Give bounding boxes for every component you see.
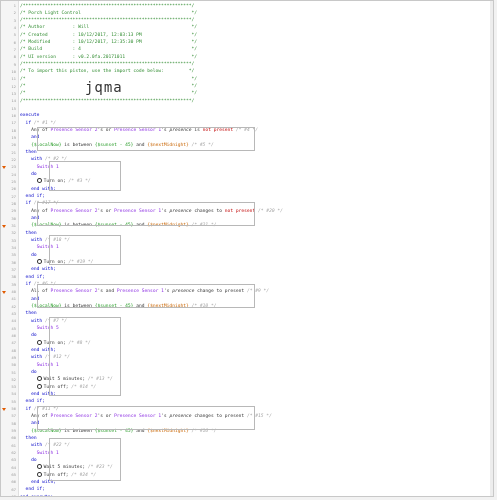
line-number: 16 <box>11 112 16 118</box>
line-number: 1 <box>13 3 16 8</box>
line-number: 30 <box>11 215 16 221</box>
line-number: 49 <box>11 354 16 360</box>
line-number-gutter: 1 2 3 4 5 6 7 8 9 10 11 12 13 14 15 16 17 18 19 20 21 22 23 24 2… <box>1 1 19 496</box>
radio-icon <box>36 383 42 389</box>
line-number: 39 <box>11 281 16 287</box>
line-number: 57 <box>11 413 16 419</box>
import-code: jqma <box>85 80 123 96</box>
line-number: 43 <box>11 310 16 316</box>
trigger-marker-icon <box>2 408 6 412</box>
line-number: 64 <box>11 464 16 470</box>
line-number: 8 <box>13 54 16 60</box>
line-number: 9 <box>13 61 16 67</box>
line-number: 18 <box>11 127 16 133</box>
line-number: 20 <box>11 142 16 148</box>
line-number: 19 <box>11 134 16 140</box>
line-number: 68 <box>11 494 16 497</box>
line-number: 15 <box>11 105 16 111</box>
action-block-3 <box>49 317 121 396</box>
line-number: 36 <box>11 259 16 265</box>
line-number: 21 <box>11 149 16 155</box>
line-number: 41 <box>11 296 16 302</box>
line-number: 34 <box>11 244 16 250</box>
line-number: 32 <box>11 230 16 236</box>
line-number: 10 <box>11 68 16 74</box>
condition-block-3 <box>37 284 255 308</box>
line-number: 47 <box>11 340 16 346</box>
line-number: 44 <box>11 318 16 324</box>
line-number: 66 <box>11 479 16 485</box>
trigger-marker-icon <box>2 224 6 228</box>
line-number: 22 <box>11 156 16 162</box>
line-number: 60 <box>11 435 16 441</box>
line-number: 65 <box>11 472 16 478</box>
line-number: 17 <box>11 120 16 126</box>
trigger-marker-icon <box>2 166 6 170</box>
line-number: 52 <box>11 376 16 382</box>
line-number: 11 <box>11 76 16 82</box>
line-number: 25 <box>11 178 16 184</box>
action-block-4 <box>49 438 121 481</box>
line-number: 35 <box>11 252 16 258</box>
line-number: 28 <box>11 200 16 206</box>
line-number: 6 <box>13 39 16 45</box>
line-number: 14 <box>11 98 16 104</box>
radio-icon <box>36 471 42 477</box>
line-number: 51 <box>11 369 16 375</box>
line-number: 29 <box>11 208 16 214</box>
action-block-1 <box>49 161 121 191</box>
radio-icon <box>36 178 42 184</box>
line-number: 37 <box>11 266 16 272</box>
line-number: 38 <box>11 274 16 280</box>
line-number: 59 <box>11 428 16 434</box>
line-number: 45 <box>11 325 16 331</box>
line-number: 55 <box>11 398 16 404</box>
line-number: 24 <box>11 171 16 177</box>
line-number: 4 <box>13 24 16 30</box>
line-number: 7 <box>13 46 16 52</box>
line-number: 3 <box>13 17 16 23</box>
trigger-marker-icon <box>2 290 6 294</box>
action-block-2 <box>49 235 121 265</box>
line-number: 61 <box>11 442 16 448</box>
line-number: 2 <box>13 10 16 16</box>
code-line: end execute; <box>20 494 493 496</box>
radio-icon <box>36 339 42 345</box>
line-number: 42 <box>11 303 16 309</box>
line-number: 50 <box>11 362 16 368</box>
piston-code-viewer: 1 2 3 4 5 6 7 8 9 10 11 12 13 14 15 16 17 18 19 20 21 22 23 24 2… <box>0 0 494 497</box>
radio-icon <box>36 376 42 382</box>
line-number: 62 <box>11 450 16 456</box>
line-number: 63 <box>11 457 16 463</box>
line-number: 46 <box>11 332 16 338</box>
condition-block-1 <box>37 127 255 151</box>
line-number: 54 <box>11 391 16 397</box>
line-number: 58 <box>11 420 16 426</box>
condition-block-2 <box>37 202 255 226</box>
condition-block-4 <box>37 406 255 430</box>
radio-icon <box>36 464 42 470</box>
line-number: 53 <box>11 384 16 390</box>
vertical-scrollbar[interactable] <box>490 1 493 496</box>
line-number: 26 <box>11 186 16 192</box>
line-number: 33 <box>11 237 16 243</box>
radio-icon <box>36 259 42 265</box>
line-number: 27 <box>11 193 16 199</box>
line-number: 5 <box>13 32 16 38</box>
line-number: 12 <box>11 83 16 89</box>
line-number: 67 <box>11 486 16 492</box>
line-number: 13 <box>11 90 16 96</box>
line-number: 48 <box>11 347 16 353</box>
